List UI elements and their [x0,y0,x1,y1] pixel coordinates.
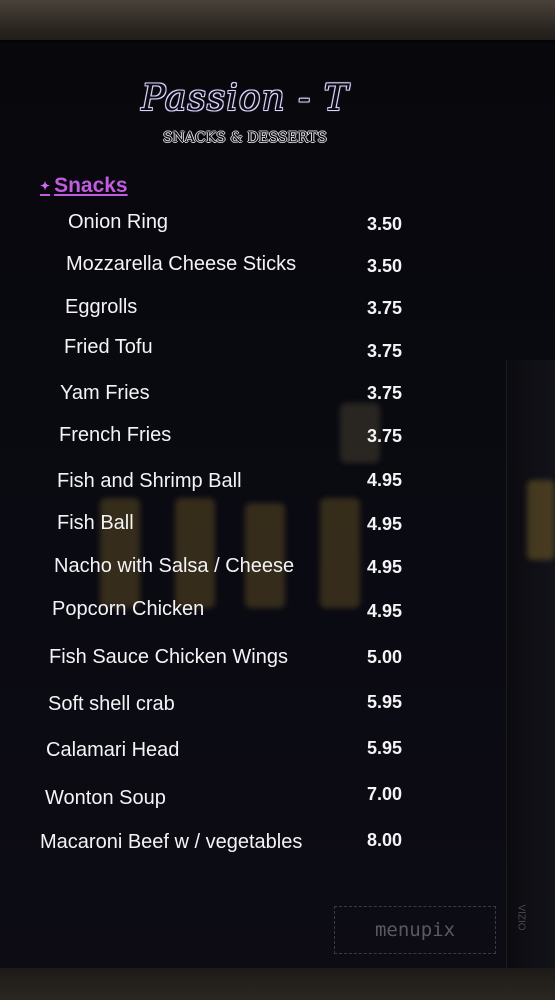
floor-background [0,968,555,1000]
menu-item-price: 5.00 [367,647,403,667]
menu-item-name: French Fries [59,424,172,446]
menu-item-price: 3.50 [367,256,403,276]
section-heading: ✦ Snacks [40,174,128,198]
menu-item-name: Fish Ball [57,512,134,534]
menu-item-name: Macaroni Beef w / vegetables [40,831,303,853]
tv-brand-label: VIZIO [515,904,527,931]
menu-item-name: Yam Fries [60,382,150,404]
menu-item-price: 3.75 [367,426,403,446]
menu-item-price: 3.50 [367,214,403,234]
menu-subtitle: SNACKS & DESSERTS [163,130,327,146]
light-reflection [320,498,360,608]
menu-item-price: 4.95 [367,470,403,490]
menu-item-price: 4.95 [367,557,403,577]
light-reflection [527,480,555,560]
menu-item-name: Popcorn Chicken [52,598,205,620]
menu-item-price: 8.00 [367,830,403,850]
menu-item-price: 3.75 [367,298,403,318]
menu-item-name: Calamari Head [46,739,180,761]
menu-item-price: 3.75 [367,383,403,403]
menu-item-name: Eggrolls [65,296,138,318]
menu-item-name: Fried Tofu [64,336,153,358]
menu-item-name: Fish and Shrimp Ball [57,470,242,492]
menu-item-name: Fish Sauce Chicken Wings [49,646,288,668]
menu-item-price: 3.75 [367,341,403,361]
menu-item-name: Nacho with Salsa / Cheese [54,555,295,577]
menu-title: Passion - T [141,78,349,119]
menu-item-price: 5.95 [367,738,403,758]
section-label: Snacks [54,174,128,197]
menu-item-price: 4.95 [367,601,403,621]
menu-item-price: 5.95 [367,692,403,712]
menu-item-name: Wonton Soup [45,787,166,809]
menu-item-name: Soft shell crab [48,693,175,715]
leaf-icon: ✦ [40,179,51,194]
light-reflection [175,498,215,608]
watermark: menupix [334,906,496,954]
menu-item-name: Mozzarella Cheese Sticks [66,253,297,275]
menu-item-price: 7.00 [367,784,403,804]
tv-bezel [506,360,555,970]
menu-item-price: 4.95 [367,514,403,534]
menu-item-name: Onion Ring [68,211,169,233]
